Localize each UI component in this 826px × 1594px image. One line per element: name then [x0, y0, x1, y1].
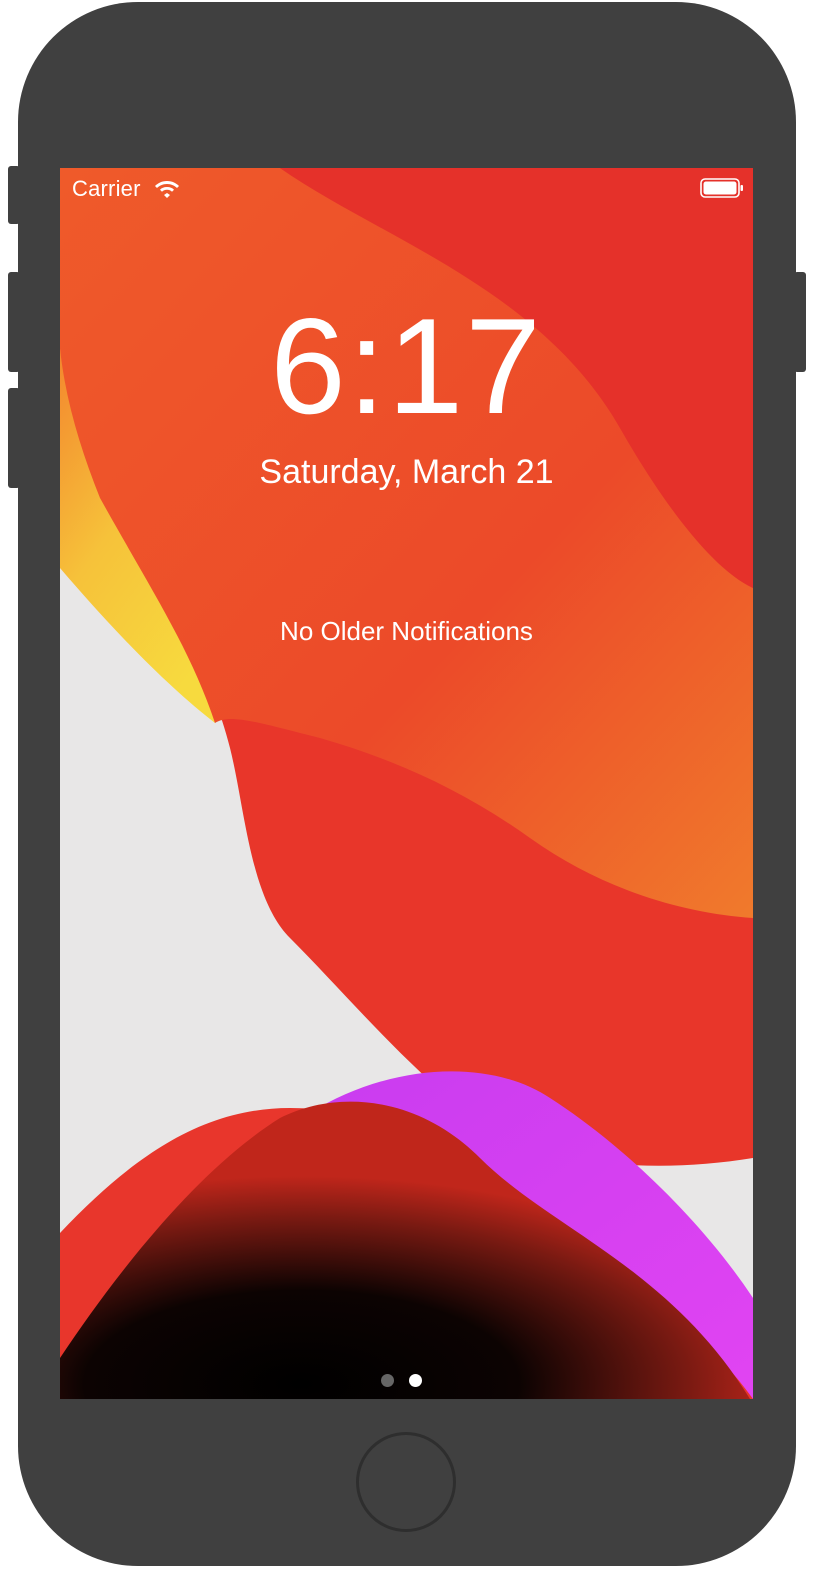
- page-dot-2-active[interactable]: [409, 1374, 422, 1387]
- lock-screen[interactable]: Carrier 6:17 Saturday, March 21 No Older…: [60, 168, 753, 1399]
- volume-down-button: [8, 388, 20, 488]
- battery-full-icon: [700, 178, 743, 198]
- lock-screen-date: Saturday, March 21: [259, 453, 554, 491]
- page-dot-1[interactable]: [381, 1374, 394, 1387]
- mute-switch: [8, 166, 20, 224]
- no-older-notifications-label: No Older Notifications: [280, 616, 533, 646]
- carrier-label: Carrier: [72, 176, 141, 201]
- page-indicator[interactable]: [60, 1374, 753, 1390]
- volume-up-button: [8, 272, 20, 372]
- lock-screen-time: 6:17: [270, 290, 543, 442]
- wifi-icon: [155, 181, 179, 198]
- home-button[interactable]: [356, 1432, 456, 1532]
- status-bar: Carrier: [60, 168, 753, 208]
- power-button: [794, 272, 806, 372]
